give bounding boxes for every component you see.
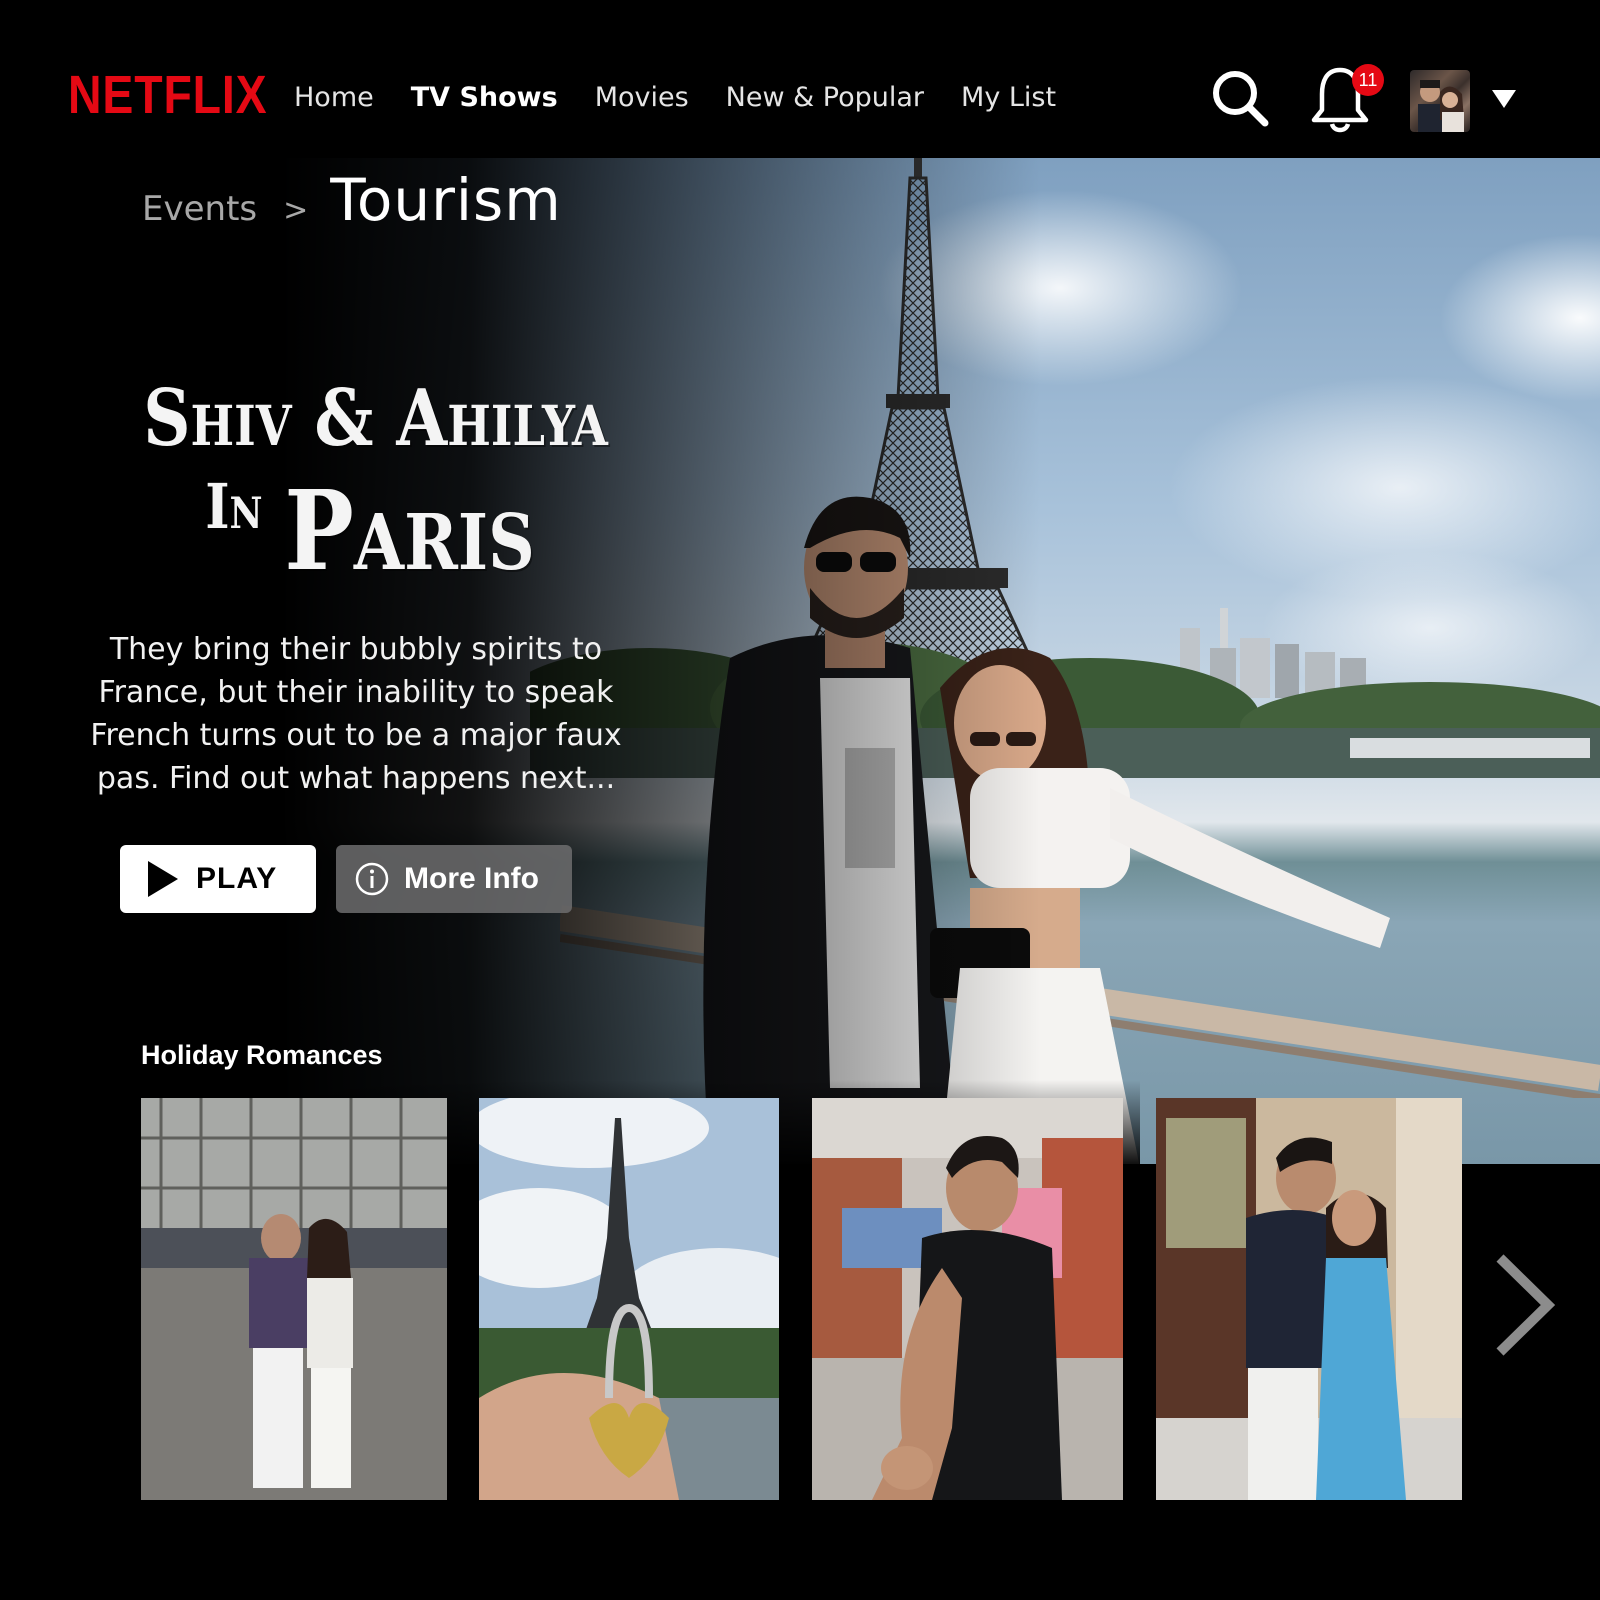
show-title-in: In [205,470,263,543]
tile-3-image [812,1098,1123,1500]
netflix-logo[interactable]: NETFLIX [68,68,268,122]
row-tile-2[interactable] [479,1098,779,1500]
tile-2-image [479,1098,779,1500]
tile-4-image [1156,1098,1462,1500]
row-tile-4[interactable] [1156,1098,1462,1500]
show-title: Shiv & Ahilya In Paris [100,380,640,586]
play-button-label: PLAY [196,862,278,895]
nav-movies[interactable]: Movies [595,84,689,111]
tile-1-image [141,1098,447,1500]
play-button[interactable]: PLAY [120,845,316,913]
notification-badge: 11 [1352,64,1384,96]
nav-tv-shows[interactable]: TV Shows [411,84,558,111]
nav-my-list[interactable]: My List [961,84,1056,111]
more-info-button-label: More Info [404,862,539,895]
breadcrumb: Events > Tourism [142,166,562,234]
top-navigation-bar: NETFLIX Home TV Shows Movies New & Popul… [0,0,1600,158]
play-icon [148,861,178,897]
profile-avatar[interactable] [1410,70,1470,132]
breadcrumb-current: Tourism [330,166,562,234]
row-tile-1[interactable] [141,1098,447,1500]
nav-home[interactable]: Home [294,84,374,111]
nav-new-popular[interactable]: New & Popular [726,84,924,111]
caret-down-icon[interactable] [1492,88,1516,110]
row-tile-3[interactable] [812,1098,1123,1500]
info-icon [355,862,389,896]
show-synopsis: They bring their bubbly spirits to Franc… [90,632,622,796]
show-title-line-1: Shiv & Ahilya [143,373,608,464]
breadcrumb-parent[interactable]: Events [142,189,257,229]
show-title-line-2: In Paris [143,476,597,586]
main-nav: Home TV Shows Movies New & Popular My Li… [294,84,1093,111]
more-info-button[interactable]: More Info [336,845,572,913]
breadcrumb-separator: > [283,193,309,228]
row-title: Holiday Romances [141,1040,383,1070]
show-title-paris: Paris [284,466,535,595]
search-icon[interactable] [1210,68,1270,128]
chevron-right-icon[interactable] [1490,1250,1560,1360]
